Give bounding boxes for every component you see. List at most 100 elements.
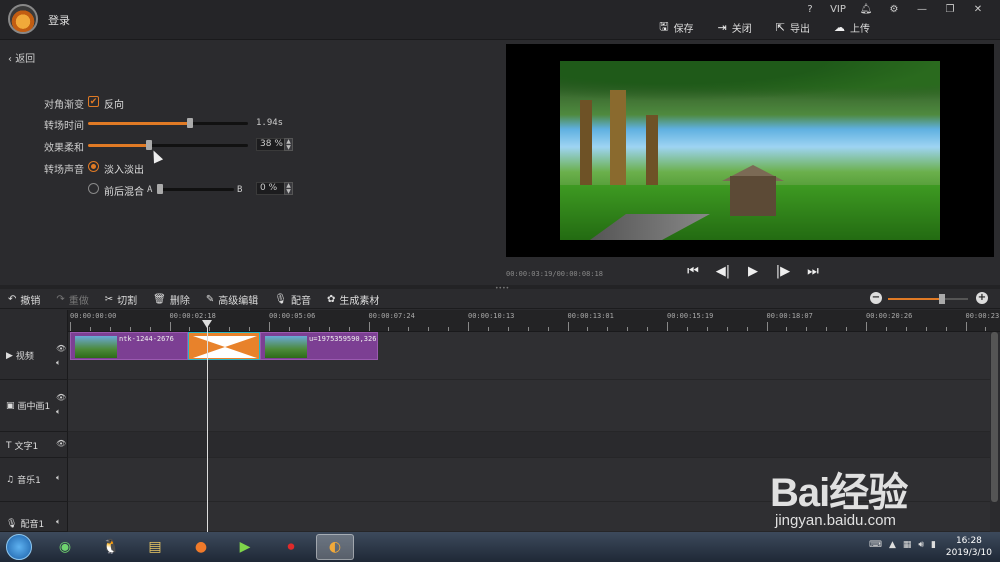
eye-icon[interactable]: 👁︎	[56, 344, 66, 353]
pip-track-icon: ▣	[6, 400, 15, 411]
start-button[interactable]	[6, 534, 32, 560]
ruler-minor-tick	[249, 327, 251, 331]
close-button[interactable]: ⇥ 关闭	[718, 18, 752, 37]
skip-start-icon[interactable]: ⏮	[685, 264, 701, 279]
next-frame-icon[interactable]: |▶	[775, 264, 791, 279]
edit-icon: ✎	[205, 294, 215, 305]
login-link[interactable]: 登录	[48, 12, 70, 28]
clip-name: u=1975359590,326	[309, 335, 377, 343]
volume-icon[interactable]: 🔊︎	[918, 540, 924, 550]
track-name: 音乐1	[17, 476, 41, 486]
check-icon: ✔	[89, 96, 98, 107]
advanced-edit-button[interactable]: ✎ 高级编辑	[206, 292, 258, 307]
zoom-slider[interactable]	[888, 298, 968, 300]
voiceover-button[interactable]: 🎙︎ 配音	[274, 292, 311, 307]
media-player-icon[interactable]: ▶	[226, 534, 264, 560]
vip-icon[interactable]: VIP	[824, 2, 852, 16]
speaker-icon[interactable]: 🔈︎	[56, 473, 61, 483]
timeline-scrollbar[interactable]	[991, 332, 998, 502]
export-button[interactable]: ⇱ 导出	[776, 18, 810, 37]
gear-icon[interactable]: ⚙	[880, 2, 908, 16]
help-icon[interactable]: ?	[796, 2, 824, 16]
softness-stepper[interactable]: ▲ ▼	[284, 138, 293, 151]
softness-slider[interactable]	[88, 140, 248, 150]
recorder-icon[interactable]: ⏺	[272, 534, 310, 560]
clock[interactable]: 16:28 2019/3/10	[946, 535, 992, 559]
eye-icon[interactable]: 👁︎	[56, 439, 66, 448]
skip-end-icon[interactable]: ⏭	[805, 264, 821, 279]
mix-slider-handle[interactable]	[157, 184, 163, 194]
vip-label: VIP	[830, 3, 846, 15]
video-editor-app-icon[interactable]: ◐	[316, 534, 354, 560]
fade-radio[interactable]	[88, 161, 99, 172]
speaker-icon[interactable]: 🔈︎	[56, 358, 61, 368]
redo-icon: ↷	[56, 294, 65, 305]
prev-frame-icon[interactable]: ◀|	[715, 264, 731, 279]
qq-icon[interactable]: 🐧	[92, 534, 130, 560]
upload-button[interactable]: ☁ 上传	[834, 18, 870, 37]
save-button[interactable]: 🖫 保存	[659, 18, 693, 37]
speaker-icon[interactable]: 🔈︎	[56, 407, 61, 417]
softness-slider-handle[interactable]	[145, 140, 152, 150]
zoom-slider-handle[interactable]	[939, 294, 946, 304]
zoom-slider-fill	[888, 298, 943, 300]
ruler-minor-tick	[388, 327, 390, 331]
ruler-minor-tick	[129, 327, 131, 331]
play-icon[interactable]: ▶	[745, 264, 761, 279]
playhead[interactable]	[207, 320, 208, 532]
zoom-in-icon[interactable]: +	[976, 292, 988, 304]
mix-slider[interactable]	[157, 184, 234, 194]
video-clip[interactable]: u=1975359590,326	[260, 332, 378, 360]
keyboard-icon[interactable]: ⌨	[869, 540, 882, 550]
back-button[interactable]: ‹ 返回	[8, 50, 35, 65]
mix-radio[interactable]	[88, 183, 99, 194]
ruler-minor-tick	[627, 327, 629, 331]
ruler-minor-tick	[428, 327, 430, 331]
ruler-minor-tick	[885, 327, 887, 331]
undo-button[interactable]: ↶ 撤销	[8, 292, 40, 307]
close-window-icon[interactable]: ✕	[964, 2, 992, 16]
ruler-minor-tick	[587, 327, 589, 331]
firefox-icon[interactable]: ●	[182, 534, 220, 560]
file-explorer-icon[interactable]: ▤	[136, 534, 174, 560]
speaker-icon[interactable]: 🔈︎	[56, 517, 61, 527]
duration-slider[interactable]	[88, 118, 248, 128]
bell-icon[interactable]: 🔔︎	[852, 2, 880, 16]
baidu-watermark: Bai经验	[770, 471, 908, 515]
mix-b-label: B	[237, 185, 243, 195]
ruler-tick-label: 00:00:13:01	[567, 312, 614, 320]
eye-icon[interactable]: 👁︎	[56, 393, 66, 402]
material-icon: ✿	[326, 294, 336, 305]
track-header-video: ▶ 视频 👁︎ 🔈︎	[0, 332, 68, 380]
ruler-minor-tick	[487, 327, 489, 331]
ruler-minor-tick	[288, 327, 290, 331]
back-label: 返回	[15, 54, 36, 65]
signal-icon[interactable]: ▮	[931, 540, 936, 550]
ruler-tick	[468, 322, 469, 331]
redo-label: 重做	[68, 296, 89, 307]
zoom-out-icon[interactable]: −	[870, 292, 882, 304]
network-icon[interactable]: ▦	[903, 540, 912, 550]
ruler-minor-tick	[826, 327, 828, 331]
mic-icon: 🎙︎	[274, 294, 287, 305]
mix-stepper[interactable]: ▲ ▼	[284, 182, 293, 195]
redo-button[interactable]: ↷ 重做	[56, 292, 88, 307]
app-logo	[8, 4, 38, 34]
reverse-checkbox[interactable]: ✔	[88, 96, 99, 107]
video-clip[interactable]: ntk-1244-2676	[70, 332, 188, 360]
undo-icon: ↶	[8, 294, 17, 305]
360-icon[interactable]: ◉	[46, 534, 84, 560]
text-track-icon: T	[6, 440, 12, 451]
track-name: 文字1	[14, 442, 39, 452]
ruler-tick	[70, 322, 71, 331]
ruler-minor-tick	[786, 327, 788, 331]
generate-material-button[interactable]: ✿ 生成素材	[327, 292, 379, 307]
minimize-icon[interactable]: —	[908, 2, 936, 16]
delete-button[interactable]: 🗑︎ 删除	[153, 292, 190, 307]
tray-expand-icon[interactable]: ▲	[889, 540, 896, 550]
maximize-icon[interactable]: ❐	[936, 2, 964, 16]
transition-block[interactable]	[188, 332, 260, 360]
clip-thumbnail	[75, 336, 117, 358]
duration-slider-handle[interactable]	[187, 118, 194, 128]
cut-button[interactable]: ✂ 切割	[105, 292, 137, 307]
